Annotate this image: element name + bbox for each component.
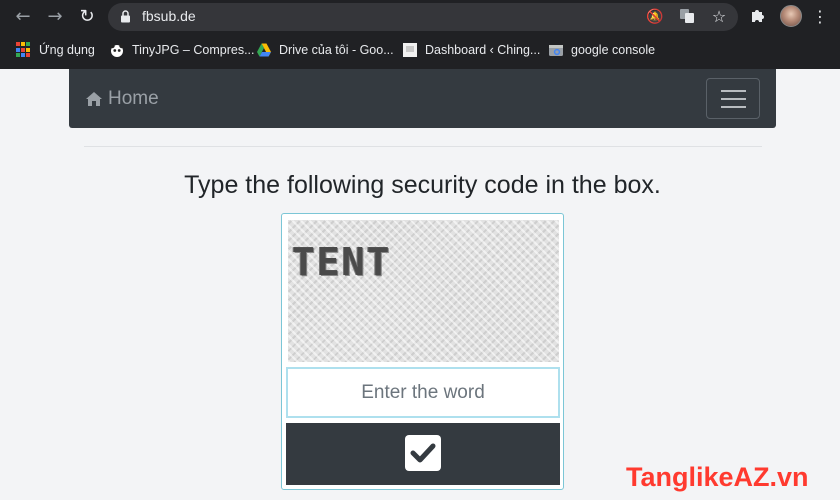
extensions-puzzle-icon[interactable] xyxy=(748,7,768,27)
back-arrow-icon[interactable]: ← xyxy=(11,5,35,29)
bookmark-label: Dashboard ‹ Ching... xyxy=(425,43,541,57)
address-bar[interactable]: fbsub.de 🔕 ☆ xyxy=(108,3,738,31)
captcha-word: TENT xyxy=(292,240,392,284)
page-heading: Type the following security code in the … xyxy=(184,171,661,199)
reload-icon[interactable]: ↻ xyxy=(75,5,99,29)
url-text[interactable]: fbsub.de xyxy=(142,8,196,24)
bookmark-star-icon[interactable]: ☆ xyxy=(710,8,728,26)
divider xyxy=(84,146,762,147)
checkmark-icon xyxy=(405,435,441,471)
bookmark-label: google console xyxy=(571,43,656,57)
captcha-form: TENT xyxy=(281,213,564,490)
watermark: TanglikeAZ.vn xyxy=(626,462,809,492)
bookmark-dashboard[interactable]: Dashboard ‹ Ching... xyxy=(402,40,540,60)
bookmark-label: Ứng dụng xyxy=(39,43,95,57)
browser-toolbar: ← → ↻ fbsub.de 🔕 ☆ ⋮ xyxy=(0,0,840,34)
captcha-submit-button[interactable] xyxy=(286,423,560,485)
bookmark-drive[interactable]: Drive của tôi - Goo... xyxy=(256,40,394,60)
lock-icon[interactable] xyxy=(120,10,131,23)
home-icon xyxy=(86,92,102,106)
browser-chrome: ← → ↻ fbsub.de 🔕 ☆ ⋮ Ứng dụng TinyJPG – … xyxy=(0,0,840,69)
bookmark-google-console[interactable]: google console xyxy=(548,40,655,60)
bookmark-label: TinyJPG – Compres... xyxy=(132,43,255,57)
panda-icon xyxy=(109,42,125,58)
site-navbar: Home xyxy=(69,69,776,128)
bookmark-tinyjpg[interactable]: TinyJPG – Compres... xyxy=(109,40,255,60)
forward-arrow-icon[interactable]: → xyxy=(43,5,67,29)
dashboard-icon xyxy=(402,42,418,58)
translate-icon[interactable] xyxy=(678,8,696,26)
navbar-toggler-button[interactable] xyxy=(706,78,760,119)
home-label: Home xyxy=(108,88,159,109)
google-drive-icon xyxy=(256,42,272,58)
bookmarks-bar: Ứng dụng TinyJPG – Compres... Drive của … xyxy=(0,36,840,64)
bookmark-label: Drive của tôi - Goo... xyxy=(279,43,394,57)
notifications-off-icon[interactable]: 🔕 xyxy=(646,8,664,26)
bookmark-apps[interactable]: Ứng dụng xyxy=(16,40,95,60)
captcha-input[interactable] xyxy=(286,367,560,418)
apps-grid-icon xyxy=(16,42,32,58)
captcha-image: TENT xyxy=(288,220,559,362)
kebab-menu-icon[interactable]: ⋮ xyxy=(812,6,828,28)
home-link[interactable]: Home xyxy=(85,88,159,110)
profile-avatar[interactable] xyxy=(780,5,802,27)
search-console-icon xyxy=(548,42,564,58)
